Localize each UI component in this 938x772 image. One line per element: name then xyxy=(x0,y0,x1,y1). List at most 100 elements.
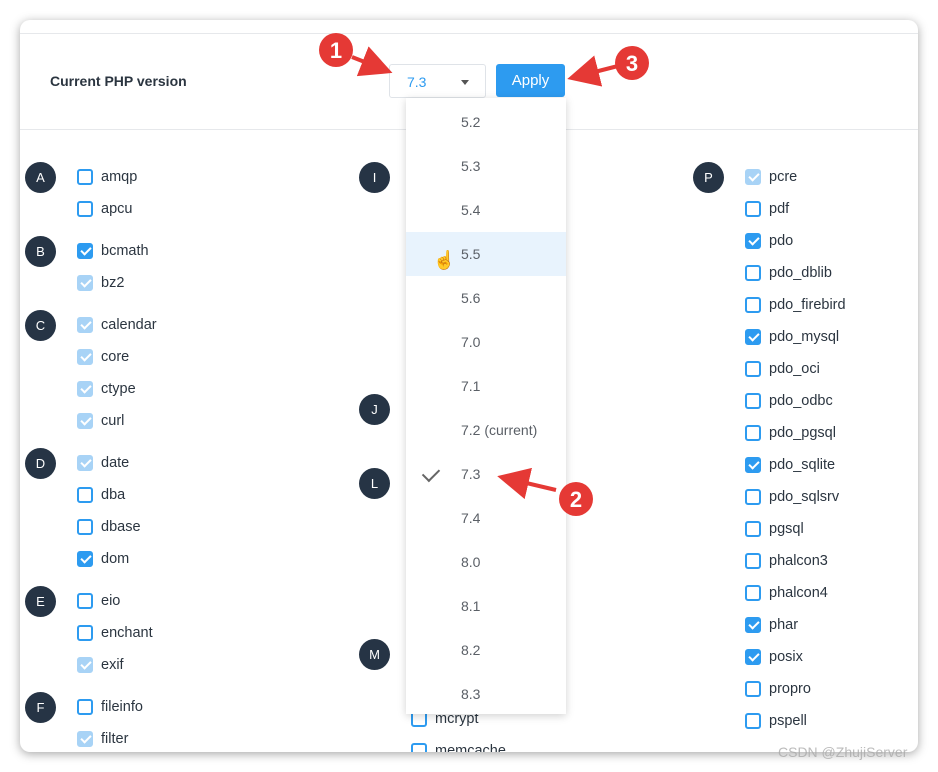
extension-checkbox-memcache[interactable]: memcache xyxy=(411,741,506,752)
checkbox[interactable] xyxy=(745,553,761,569)
checkbox[interactable] xyxy=(77,657,93,673)
extension-label: bz2 xyxy=(101,275,125,291)
checkbox[interactable] xyxy=(745,329,761,345)
checkbox[interactable] xyxy=(745,201,761,217)
extension-checkbox-calendar[interactable]: calendar xyxy=(77,315,157,335)
extension-checkbox-pdo[interactable]: pdo xyxy=(745,231,793,251)
checkbox[interactable] xyxy=(745,681,761,697)
version-option[interactable]: 8.1 xyxy=(406,584,566,628)
extension-label: posix xyxy=(769,649,803,665)
checkbox[interactable] xyxy=(745,169,761,185)
extension-checkbox-pdo_sqlsrv[interactable]: pdo_sqlsrv xyxy=(745,487,839,507)
extension-checkbox-core[interactable]: core xyxy=(77,347,129,367)
checkbox[interactable] xyxy=(745,585,761,601)
php-extensions-panel: Current PHP version 7.3 Apply amqp apcu bc… xyxy=(20,20,918,752)
checkbox[interactable] xyxy=(745,521,761,537)
version-option[interactable]: 8.3 xyxy=(406,672,566,716)
checkbox[interactable] xyxy=(745,361,761,377)
extension-checkbox-exif[interactable]: exif xyxy=(77,655,124,675)
php-version-select[interactable]: 7.3 xyxy=(389,64,486,98)
checkbox[interactable] xyxy=(77,699,93,715)
checkbox[interactable] xyxy=(745,489,761,505)
checkbox[interactable] xyxy=(77,243,93,259)
checkbox[interactable] xyxy=(77,625,93,641)
checkbox[interactable] xyxy=(745,233,761,249)
extension-checkbox-propro[interactable]: propro xyxy=(745,679,811,699)
checkbox[interactable] xyxy=(745,617,761,633)
extension-checkbox-curl[interactable]: curl xyxy=(77,411,124,431)
extension-checkbox-pdo_oci[interactable]: pdo_oci xyxy=(745,359,820,379)
checkbox[interactable] xyxy=(745,713,761,729)
checkbox[interactable] xyxy=(77,551,93,567)
extension-checkbox-fileinfo[interactable]: fileinfo xyxy=(77,697,143,717)
checkbox[interactable] xyxy=(745,649,761,665)
version-option[interactable]: 5.6 xyxy=(406,276,566,320)
checkbox[interactable] xyxy=(411,743,427,752)
checkbox[interactable] xyxy=(77,731,93,747)
version-option[interactable]: 7.3 xyxy=(406,452,566,496)
checkbox[interactable] xyxy=(77,275,93,291)
checkbox[interactable] xyxy=(77,413,93,429)
extension-checkbox-pdo_sqlite[interactable]: pdo_sqlite xyxy=(745,455,835,475)
version-option[interactable]: 8.0 xyxy=(406,540,566,584)
version-option-label: 5.6 xyxy=(461,290,481,306)
extension-checkbox-pdo_firebird[interactable]: pdo_firebird xyxy=(745,295,846,315)
extension-checkbox-dba[interactable]: dba xyxy=(77,485,125,505)
checkbox[interactable] xyxy=(77,201,93,217)
extension-checkbox-pdo_mysql[interactable]: pdo_mysql xyxy=(745,327,839,347)
extension-label: pdo xyxy=(769,233,794,249)
version-option[interactable]: 7.4 xyxy=(406,496,566,540)
apply-button[interactable]: Apply xyxy=(496,64,565,97)
extension-checkbox-apcu[interactable]: apcu xyxy=(77,199,132,219)
checkbox[interactable] xyxy=(745,297,761,313)
extension-checkbox-dom[interactable]: dom xyxy=(77,549,129,569)
extension-checkbox-dbase[interactable]: dbase xyxy=(77,517,141,537)
version-option[interactable]: 8.2 xyxy=(406,628,566,672)
extension-checkbox-ctype[interactable]: ctype xyxy=(77,379,136,399)
checkbox[interactable] xyxy=(745,265,761,281)
version-option[interactable]: 5.5 xyxy=(406,232,566,276)
extension-checkbox-eio[interactable]: eio xyxy=(77,591,120,611)
extension-checkbox-pdo_odbc[interactable]: pdo_odbc xyxy=(745,391,833,411)
extension-checkbox-bz2[interactable]: bz2 xyxy=(77,273,124,293)
extension-checkbox-pdo_pgsql[interactable]: pdo_pgsql xyxy=(745,423,836,443)
extension-checkbox-bcmath[interactable]: bcmath xyxy=(77,241,149,261)
extension-checkbox-pgsql[interactable]: pgsql xyxy=(745,519,804,539)
checkbox[interactable] xyxy=(745,425,761,441)
extension-checkbox-filter[interactable]: filter xyxy=(77,729,128,749)
extension-checkbox-pcre[interactable]: pcre xyxy=(745,167,797,187)
version-option[interactable]: 7.1 xyxy=(406,364,566,408)
version-option[interactable]: 7.0 xyxy=(406,320,566,364)
extension-checkbox-enchant[interactable]: enchant xyxy=(77,623,153,643)
extension-checkbox-phalcon3[interactable]: phalcon3 xyxy=(745,551,828,571)
extension-label: enchant xyxy=(101,625,153,641)
group-letter-badge: I xyxy=(359,162,390,193)
checkbox[interactable] xyxy=(77,349,93,365)
selected-version: 7.3 xyxy=(407,74,427,90)
checkbox[interactable] xyxy=(745,457,761,473)
checkbox[interactable] xyxy=(77,317,93,333)
extension-checkbox-phar[interactable]: phar xyxy=(745,615,798,635)
extension-label: phalcon3 xyxy=(769,553,828,569)
checkbox[interactable] xyxy=(745,393,761,409)
version-option[interactable]: 7.2 (current) xyxy=(406,408,566,452)
checkbox[interactable] xyxy=(77,487,93,503)
extension-checkbox-date[interactable]: date xyxy=(77,453,129,473)
version-option[interactable]: 5.3 xyxy=(406,144,566,188)
version-option[interactable]: 5.4 xyxy=(406,188,566,232)
extension-checkbox-amqp[interactable]: amqp xyxy=(77,167,137,187)
extension-checkbox-pspell[interactable]: pspell xyxy=(745,711,807,731)
extension-checkbox-phalcon4[interactable]: phalcon4 xyxy=(745,583,828,603)
extension-checkbox-pdf[interactable]: pdf xyxy=(745,199,789,219)
extension-label: date xyxy=(101,455,130,471)
version-option[interactable]: 5.2 xyxy=(406,100,566,144)
extension-label: pdo_mysql xyxy=(769,329,840,345)
version-option-label: 7.4 xyxy=(461,510,481,526)
checkbox[interactable] xyxy=(77,593,93,609)
extension-checkbox-pdo_dblib[interactable]: pdo_dblib xyxy=(745,263,832,283)
checkbox[interactable] xyxy=(77,381,93,397)
checkbox[interactable] xyxy=(77,169,93,185)
checkbox[interactable] xyxy=(77,519,93,535)
checkbox[interactable] xyxy=(77,455,93,471)
extension-checkbox-posix[interactable]: posix xyxy=(745,647,803,667)
